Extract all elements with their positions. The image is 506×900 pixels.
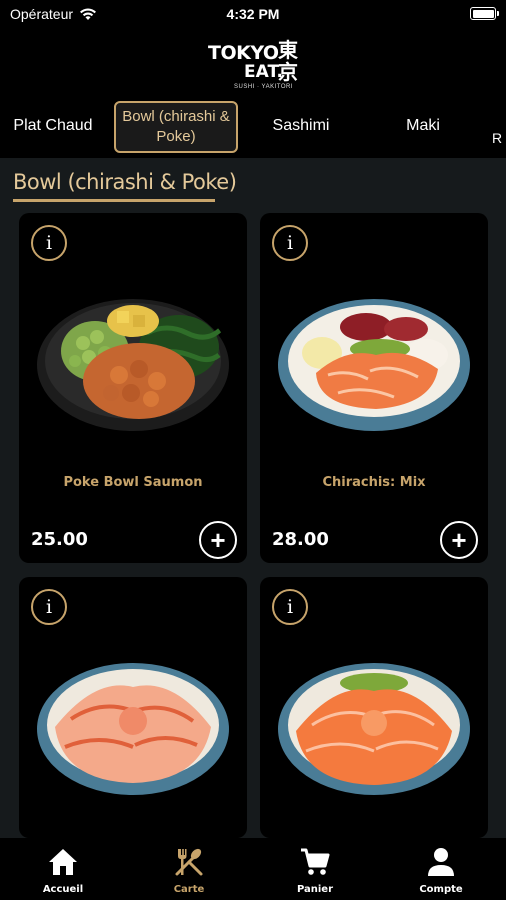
nav-label: Carte bbox=[173, 884, 205, 895]
battery-icon bbox=[470, 7, 499, 20]
nav-label: Compte bbox=[419, 884, 463, 895]
nav-label: Panier bbox=[296, 884, 334, 895]
poke-bowl-image bbox=[37, 299, 229, 431]
status-time: 4:32 PM bbox=[226, 6, 280, 22]
app-header: TOKYO EAT. 東京 SUSHI · YAKITORI bbox=[0, 28, 506, 98]
nav-compte[interactable]: Compte bbox=[378, 846, 504, 895]
section-title: Bowl (chirashi & Poke) bbox=[13, 170, 237, 194]
salmon-bowl-image bbox=[278, 663, 470, 795]
product-card[interactable]: i bbox=[19, 577, 247, 838]
utensils-icon bbox=[175, 848, 203, 876]
product-name: Chirachis: Mix bbox=[322, 475, 426, 490]
info-button[interactable]: i bbox=[31, 589, 67, 625]
section-underline bbox=[13, 199, 215, 202]
info-icon: i bbox=[286, 232, 294, 254]
logo-kanji: 東京 bbox=[278, 40, 298, 84]
tab-maki[interactable]: Maki bbox=[398, 108, 448, 144]
tab-sashimi[interactable]: Sashimi bbox=[262, 108, 340, 144]
product-price: 25.00 bbox=[31, 529, 88, 550]
chirashi-mix-image bbox=[278, 299, 470, 431]
tab-bowl[interactable]: Bowl (chirashi & Poke) bbox=[114, 101, 238, 153]
info-icon: i bbox=[45, 232, 53, 254]
info-button[interactable]: i bbox=[31, 225, 67, 261]
home-icon bbox=[49, 849, 77, 875]
product-card[interactable]: i Chirachis: Mix 28.00 + bbox=[260, 213, 488, 563]
info-icon: i bbox=[286, 596, 294, 618]
info-button[interactable]: i bbox=[272, 225, 308, 261]
logo-text-tokyo: TOKYO bbox=[208, 42, 279, 64]
info-icon: i bbox=[45, 596, 53, 618]
add-to-cart-button[interactable]: + bbox=[440, 521, 478, 559]
status-bar: Opérateur 4:32 PM bbox=[0, 0, 506, 28]
category-tabs: Plat Chaud Bowl (chirashi & Poke) Sashim… bbox=[0, 98, 506, 158]
nav-panier[interactable]: Panier bbox=[252, 846, 378, 895]
logo-tagline: SUSHI · YAKITORI bbox=[234, 84, 294, 90]
info-button[interactable]: i bbox=[272, 589, 308, 625]
brand-logo: TOKYO EAT. 東京 SUSHI · YAKITORI bbox=[204, 40, 304, 96]
product-card[interactable]: i bbox=[260, 577, 488, 838]
plus-icon: + bbox=[210, 525, 226, 555]
tab-plat-chaud[interactable]: Plat Chaud bbox=[4, 108, 102, 144]
tab-more[interactable]: R bbox=[488, 120, 506, 156]
cart-icon bbox=[301, 848, 330, 875]
nav-label: Accueil bbox=[42, 884, 84, 895]
seared-salmon-bowl-image bbox=[37, 663, 229, 795]
nav-accueil[interactable]: Accueil bbox=[0, 846, 126, 895]
product-card[interactable]: i Poke Bowl Saumon 25.00 + bbox=[19, 213, 247, 563]
product-name: Poke Bowl Saumon bbox=[63, 475, 203, 490]
user-icon bbox=[428, 848, 454, 876]
product-price: 28.00 bbox=[272, 529, 329, 550]
nav-carte[interactable]: Carte bbox=[126, 846, 252, 895]
add-to-cart-button[interactable]: + bbox=[199, 521, 237, 559]
plus-icon: + bbox=[451, 525, 467, 555]
bottom-navigation: Accueil Carte Panier Compte bbox=[0, 838, 506, 900]
